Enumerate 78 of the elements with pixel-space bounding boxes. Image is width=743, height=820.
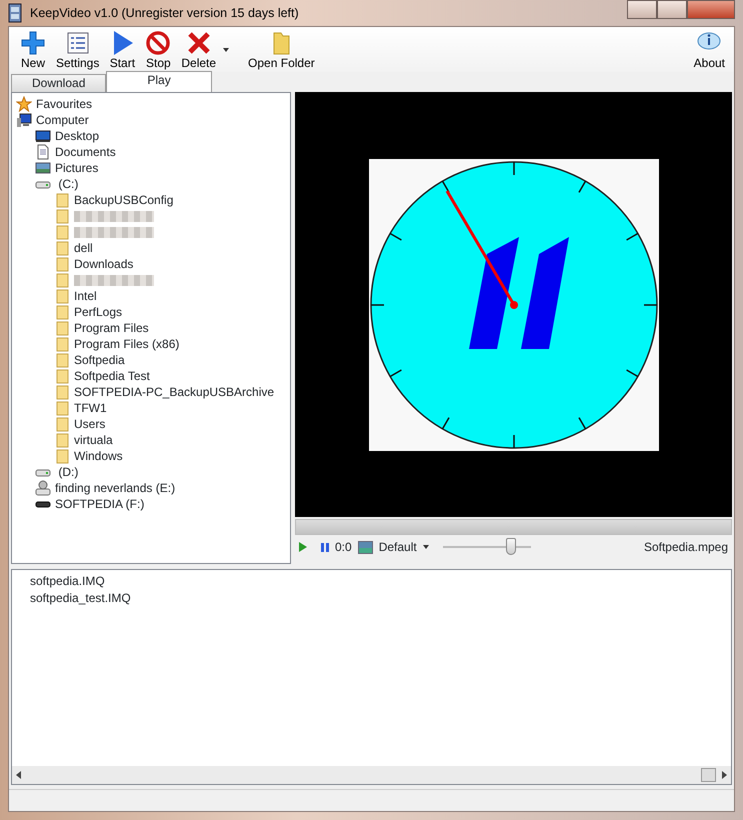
tree-item[interactable]: SOFTPEDIA (F:) [55,495,144,513]
picture-icon [358,540,373,554]
scroll-right-icon[interactable] [722,771,727,779]
file-item[interactable]: softpedia.IMQ [30,573,105,590]
caret-icon[interactable] [223,48,230,52]
plus-icon [20,30,46,56]
folder-icon [54,208,70,224]
delete-icon [186,30,212,56]
tree-item[interactable]: Program Files (x86) [74,335,180,353]
window-title: KeepVideo v1.0 (Unregister version 15 days left) [30,4,299,22]
toolbar-button[interactable]: Delete [178,30,220,70]
monitor-icon [35,128,51,144]
folder-icon [54,320,70,336]
network-drive-icon [35,480,51,496]
tree-item[interactable]: SOFTPEDIA-PC_BackupUSBArchive [74,383,274,401]
checklist-icon [64,30,91,56]
folder-icon [54,336,70,352]
file-name: Softpedia.mpeg [644,539,728,556]
folder-icon [54,256,70,272]
tree-item[interactable]: PerfLogs [74,303,122,321]
folder-icon [54,384,70,400]
tree-item[interactable]: TFW1 [74,399,107,417]
play-icon[interactable] [299,542,307,552]
folder-icon [54,352,70,368]
tree-item[interactable]: Documents [55,143,116,161]
folder-icon [54,304,70,320]
folder-icon [54,288,70,304]
tree-item[interactable]: Users [74,415,106,433]
folder-icon [54,416,70,432]
stop-icon [145,30,172,56]
toolbar-button[interactable]: Open Folder [245,30,318,70]
time-label: 0:0 [335,539,352,556]
tab[interactable]: Play [106,71,212,92]
tree-item[interactable]: dell [74,239,93,257]
tree-item[interactable]: Downloads [74,255,134,273]
tree-item[interactable]: Computer [36,111,89,129]
folder-icon [54,368,70,384]
minimize-button[interactable] [627,0,657,19]
pause-icon[interactable] [321,542,329,552]
aspect-dropdown[interactable]: Default [378,538,417,556]
tree-item[interactable]: Softpedia Test [74,367,150,385]
horizontal-scrollbar[interactable] [12,766,731,784]
folder-icon [54,192,70,208]
folder-icon [54,224,70,240]
tab[interactable]: Download [11,74,106,92]
file-item[interactable]: softpedia_test.IMQ [30,590,131,607]
folder-icon [54,432,70,448]
folder-icon [54,448,70,464]
computer-icon [16,112,32,128]
tree-item[interactable]: Pictures [55,159,98,177]
tree-item[interactable]: Program Files [74,319,149,337]
folder-icon [54,400,70,416]
caret-icon[interactable] [422,545,429,549]
folder-icon [54,272,70,288]
tree-item[interactable]: Favourites [36,95,92,113]
tree-item[interactable]: (D:) [55,463,78,481]
toolbar-button[interactable]: Stop [142,30,174,70]
document-icon [35,144,51,160]
app-icon [8,3,22,23]
toolbar-button[interactable]: New [17,30,49,70]
tree-item[interactable]: finding neverlands (E:) [55,479,176,497]
tree-item[interactable]: Softpedia [74,351,125,369]
tree-item[interactable]: Intel [74,287,97,305]
tree-item[interactable]: virtuala [74,431,113,449]
picture-icon [35,160,51,176]
close-button[interactable] [687,0,735,19]
scroll-thumb[interactable] [701,768,716,782]
star-icon [16,96,32,112]
tree-item[interactable]: (C:) [55,175,78,193]
tree-item[interactable]: Desktop [55,127,100,145]
about-button[interactable]: About [690,30,728,70]
toolbar-button[interactable]: Start [106,30,138,70]
folder-icon [54,240,70,256]
scroll-left-icon[interactable] [16,771,21,779]
tree-item[interactable]: Windows [74,447,123,465]
toolbar-button[interactable]: Settings [53,30,102,70]
maximize-button[interactable] [657,0,687,19]
tree-item[interactable]: BackupUSBConfig [74,191,174,209]
